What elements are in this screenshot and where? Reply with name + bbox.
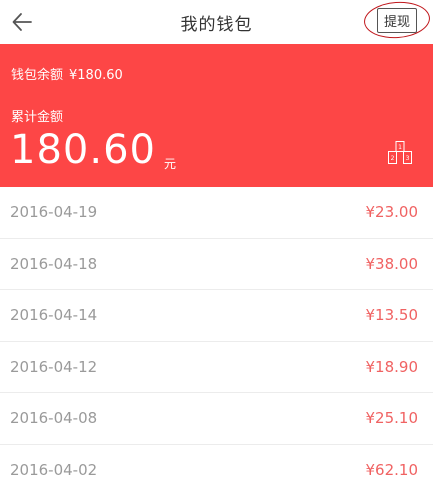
record-date: 2016-04-14 (10, 306, 98, 325)
record-row[interactable]: 2016-04-18 ¥38.00 (0, 238, 433, 290)
total-unit: 元 (164, 157, 177, 171)
record-amount: ¥38.00 (365, 254, 419, 273)
record-date: 2016-04-12 (10, 357, 98, 376)
record-list: 2016-04-19 ¥23.00 2016-04-18 ¥38.00 2016… (0, 187, 433, 492)
podium-number: 1 (398, 144, 402, 151)
back-arrow-icon (12, 13, 32, 31)
podium-number: 2 (391, 155, 395, 162)
record-amount: ¥62.10 (365, 460, 419, 479)
total-label: 累计金额 (11, 110, 64, 125)
wallet-screen: 我的钱包 提现 钱包余额 ¥180.60 累计金额 180.60 元 1 2 3 … (0, 0, 433, 492)
record-row[interactable]: 2016-04-02 ¥62.10 (0, 444, 433, 492)
record-date: 2016-04-08 (10, 409, 98, 428)
podium-icon[interactable]: 1 2 3 (387, 140, 413, 166)
withdraw-highlight: 提现 (362, 0, 432, 41)
page-title: 我的钱包 (180, 14, 253, 35)
record-row[interactable]: 2016-04-19 ¥23.00 (0, 187, 433, 239)
record-amount: ¥25.10 (365, 409, 419, 428)
nav-bar: 我的钱包 提现 (0, 0, 433, 44)
total-amount: 180.60 (10, 127, 156, 173)
podium-number: 3 (406, 155, 410, 162)
record-date: 2016-04-18 (10, 254, 98, 273)
record-date: 2016-04-19 (10, 203, 98, 222)
wallet-banner: 钱包余额 ¥180.60 累计金额 180.60 元 1 2 3 (0, 44, 433, 187)
back-button[interactable] (6, 6, 38, 38)
balance-line: 钱包余额 ¥180.60 (11, 64, 123, 83)
record-amount: ¥23.00 (365, 203, 419, 222)
record-amount: ¥13.50 (365, 306, 419, 325)
balance-label: 钱包余额 (11, 68, 64, 83)
record-row[interactable]: 2016-04-08 ¥25.10 (0, 393, 433, 445)
withdraw-button[interactable]: 提现 (376, 7, 417, 33)
record-row[interactable]: 2016-04-14 ¥13.50 (0, 290, 433, 342)
record-row[interactable]: 2016-04-12 ¥18.90 (0, 341, 433, 393)
record-amount: ¥18.90 (365, 357, 419, 376)
record-date: 2016-04-02 (10, 460, 98, 479)
balance-value: ¥180.60 (69, 68, 123, 83)
